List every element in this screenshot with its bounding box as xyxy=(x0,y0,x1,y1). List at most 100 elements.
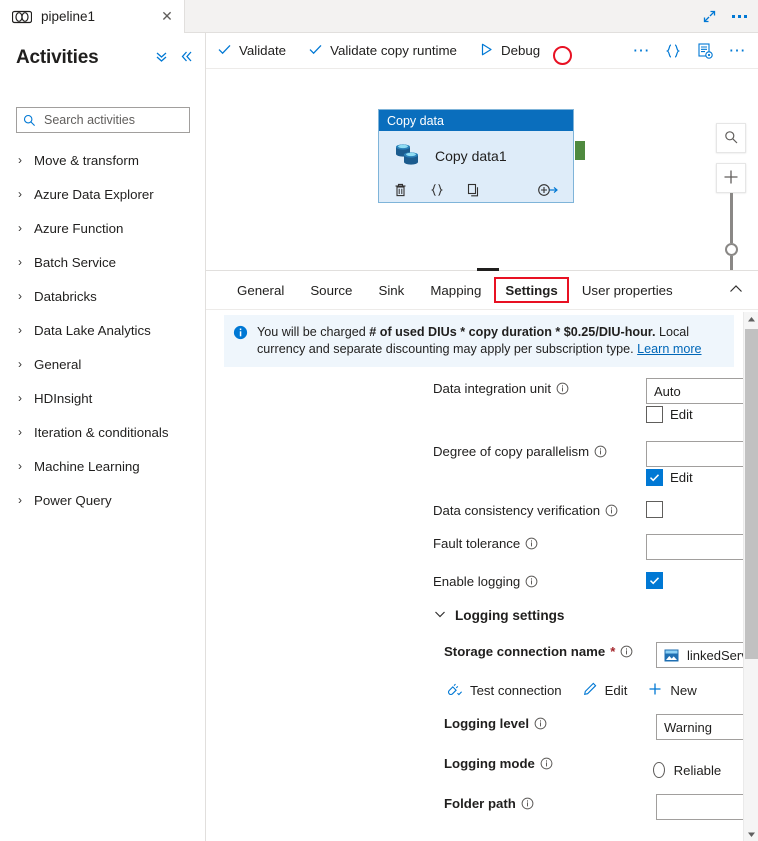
double-chevron-down-icon[interactable] xyxy=(154,49,169,67)
expand-diagonal-icon[interactable] xyxy=(698,6,720,28)
zoom-slider-track[interactable] xyxy=(730,193,733,243)
chevron-right-icon: › xyxy=(18,187,34,201)
zoom-slider-knob[interactable] xyxy=(725,243,738,256)
dcv-label: Data consistency verification xyxy=(433,503,600,518)
new-connection-button[interactable]: New xyxy=(647,681,696,700)
tab-settings[interactable]: Settings xyxy=(494,277,568,303)
activity-category-hdinsight[interactable]: › HDInsight xyxy=(0,381,206,415)
activity-properties-pane: General Source Sink Mapping Settings Use… xyxy=(206,270,758,841)
enable-logging-checkbox[interactable] xyxy=(646,572,663,589)
activity-category-iteration-conditionals[interactable]: › Iteration & conditionals xyxy=(0,415,206,449)
tab-mapping[interactable]: Mapping xyxy=(417,271,494,309)
activities-header: Activities xyxy=(16,44,194,72)
validate-copy-runtime-button[interactable]: Validate copy runtime xyxy=(297,33,468,69)
zoom-to-fit-button[interactable] xyxy=(716,123,746,153)
scroll-down-arrow-icon[interactable] xyxy=(744,827,758,841)
zoom-in-button[interactable] xyxy=(716,163,746,193)
zoom-slider-track-lower[interactable] xyxy=(730,256,733,270)
chevron-right-icon: › xyxy=(18,221,34,235)
add-output-arrow-icon[interactable] xyxy=(537,182,559,198)
search-input[interactable] xyxy=(42,112,207,128)
enable-logging-label: Enable logging xyxy=(433,574,520,589)
activity-category-batch-service[interactable]: › Batch Service xyxy=(0,245,206,279)
copy-data-activity-node[interactable]: Copy data xyxy=(378,109,574,203)
validate-button[interactable]: Validate xyxy=(206,33,297,69)
info-tooltip-icon[interactable] xyxy=(521,797,534,810)
code-braces-icon[interactable] xyxy=(658,36,688,66)
scrollbar-thumb[interactable] xyxy=(745,329,758,659)
info-tooltip-icon[interactable] xyxy=(525,575,538,588)
clone-copy-icon[interactable] xyxy=(466,182,481,198)
pipeline-canvas[interactable]: Validate Validate copy runtime Debug ⋯ xyxy=(206,33,758,270)
activity-success-port[interactable] xyxy=(575,141,585,160)
test-connection-button[interactable]: Test connection xyxy=(446,681,562,700)
edit-connection-button[interactable]: Edit xyxy=(582,681,628,700)
search-activities-box[interactable] xyxy=(16,107,190,133)
learn-more-link[interactable]: Learn more xyxy=(637,342,701,356)
dcp-edit-label: Edit xyxy=(670,470,693,485)
activity-category-move-transform[interactable]: › Move & transform xyxy=(0,143,206,177)
dcp-edit-checkbox[interactable] xyxy=(646,469,663,486)
activity-category-data-lake-analytics[interactable]: › Data Lake Analytics xyxy=(0,313,206,347)
pipeline-tab-label: pipeline1 xyxy=(41,9,158,24)
activity-category-azure-data-explorer[interactable]: › Azure Data Explorer xyxy=(0,177,206,211)
settings-form: Data integration unit Auto Edit D xyxy=(206,371,758,841)
new-connection-label: New xyxy=(670,683,696,698)
category-label: Data Lake Analytics xyxy=(34,323,151,338)
code-braces-icon[interactable] xyxy=(429,182,445,198)
activities-panel: Activities xyxy=(0,33,206,841)
info-tooltip-icon[interactable] xyxy=(534,717,547,730)
info-tooltip-icon[interactable] xyxy=(525,537,538,550)
magnifier-icon xyxy=(723,129,739,148)
properties-scrollbar[interactable] xyxy=(743,312,758,841)
node-activity-name: Copy data1 xyxy=(435,148,507,164)
more-ellipsis-icon[interactable] xyxy=(728,6,750,28)
category-label: General xyxy=(34,357,81,372)
more-ellipsis-icon[interactable]: ⋯ xyxy=(626,36,656,66)
info-tooltip-icon[interactable] xyxy=(594,445,607,458)
tab-sink[interactable]: Sink xyxy=(365,271,417,309)
logging-settings-section-toggle[interactable]: Logging settings xyxy=(433,607,565,624)
activity-category-general[interactable]: › General xyxy=(0,347,206,381)
info-tooltip-icon[interactable] xyxy=(556,382,569,395)
info-tooltip-icon[interactable] xyxy=(620,645,633,658)
tab-user-properties[interactable]: User properties xyxy=(569,271,686,309)
tab-source[interactable]: Source xyxy=(297,271,365,309)
activity-category-azure-function[interactable]: › Azure Function xyxy=(0,211,206,245)
overflow-ellipsis-icon[interactable]: ⋯ xyxy=(722,36,752,66)
diu-edit-checkbox[interactable] xyxy=(646,406,663,423)
input-degree-of-copy-parallelism[interactable] xyxy=(646,441,758,467)
pipeline-tab[interactable]: pipeline1 ✕ xyxy=(0,0,185,33)
debug-button[interactable]: Debug xyxy=(468,33,551,69)
field-label-data-integration-unit: Data integration unit xyxy=(433,381,569,396)
checkbox-row-diu-edit[interactable]: Edit xyxy=(646,406,693,423)
double-chevron-left-icon[interactable] xyxy=(179,49,194,67)
logging-mode-reliable-radio[interactable] xyxy=(653,762,665,778)
search-icon xyxy=(23,114,36,127)
info-tooltip-icon[interactable] xyxy=(605,504,618,517)
tab-general[interactable]: General xyxy=(224,271,297,309)
category-label: Azure Function xyxy=(34,221,123,236)
category-label: HDInsight xyxy=(34,391,92,406)
delete-trash-icon[interactable] xyxy=(393,182,408,198)
data-consistency-verification-checkbox[interactable] xyxy=(646,501,663,518)
close-icon[interactable]: ✕ xyxy=(158,8,176,26)
dropdown-fault-tolerance[interactable] xyxy=(646,534,758,560)
field-label-storage-connection-name: Storage connection name * xyxy=(444,644,633,659)
pencil-icon xyxy=(582,681,598,700)
chevron-up-icon[interactable] xyxy=(728,281,758,300)
activity-category-databricks[interactable]: › Databricks xyxy=(0,279,206,313)
chevron-right-icon: › xyxy=(18,357,34,371)
activity-category-power-query[interactable]: › Power Query xyxy=(0,483,206,517)
info-tooltip-icon[interactable] xyxy=(540,757,553,770)
scroll-up-arrow-icon[interactable] xyxy=(744,312,758,327)
checkbox-row-dcp-edit[interactable]: Edit xyxy=(646,469,693,486)
field-label-folder-path: Folder path xyxy=(444,796,534,811)
properties-gear-icon[interactable] xyxy=(690,36,720,66)
logging-mode-reliable-label: Reliable xyxy=(674,763,722,778)
dropdown-data-integration-unit[interactable]: Auto xyxy=(646,378,758,404)
info-text-part1: You will be charged xyxy=(257,325,369,339)
linked-service-icon xyxy=(664,649,679,662)
info-banner-text: You will be charged # of used DIUs * cop… xyxy=(257,324,724,358)
activity-category-machine-learning[interactable]: › Machine Learning xyxy=(0,449,206,483)
